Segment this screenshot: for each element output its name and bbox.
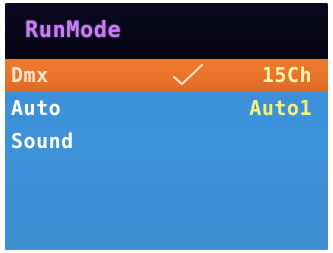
menu-item-value: Auto1 — [249, 96, 312, 120]
menu-item-sound[interactable]: Sound — [5, 125, 328, 158]
device-bezel: RunMode Dmx 15Ch Auto Auto1 Sound — [0, 0, 333, 253]
menu-item-value: 15Ch — [261, 63, 312, 87]
menu-item-label: Auto — [11, 96, 62, 120]
menu-item-label: Dmx — [11, 63, 49, 87]
screen-title: RunMode — [25, 18, 122, 43]
menu-item-label: Sound — [11, 129, 74, 153]
menu-item-auto[interactable]: Auto Auto1 — [5, 92, 328, 125]
title-bar: RunMode — [5, 3, 328, 59]
menu-list: Dmx 15Ch Auto Auto1 Sound — [5, 59, 328, 250]
lcd-screen: RunMode Dmx 15Ch Auto Auto1 Sound — [5, 3, 328, 250]
menu-item-dmx[interactable]: Dmx 15Ch — [5, 59, 328, 92]
checkmark-icon — [172, 63, 204, 86]
